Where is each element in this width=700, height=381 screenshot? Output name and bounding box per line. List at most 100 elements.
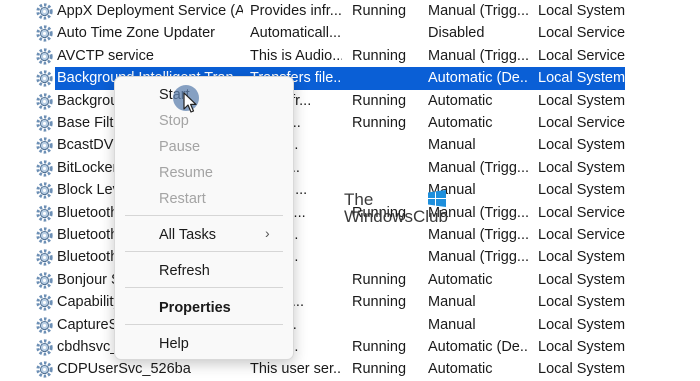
service-log-on-as: Local System xyxy=(538,137,626,154)
service-row-selected[interactable]: Background Intelligent Tran... Transfers… xyxy=(0,67,700,90)
service-description: Provides infr... xyxy=(250,3,342,19)
gear-icon xyxy=(36,137,53,155)
gear-icon xyxy=(36,361,53,379)
service-status: Running xyxy=(352,3,407,19)
service-row[interactable]: Bluetooth uetoo... Manual (Trigg... Loca… xyxy=(0,224,700,246)
service-startup-type: Manual (Trigg... xyxy=(428,47,528,64)
menu-item-all-tasks[interactable]: All Tasks xyxy=(159,226,216,244)
service-description: This user ser... xyxy=(250,361,342,378)
service-status xyxy=(352,224,422,246)
watermark-line2: WindowsClub xyxy=(344,207,448,226)
service-row[interactable]: BitLocker C hos... Manual (Trigg... Loca… xyxy=(0,157,700,179)
gear-icon xyxy=(36,3,53,20)
menu-item-pause: Pause xyxy=(159,139,201,155)
service-startup-type: Manual xyxy=(428,316,476,333)
service-log-on-as: Local System xyxy=(538,271,626,288)
service-status: Running xyxy=(352,92,407,109)
service-row[interactable]: CDPUserSvc_526ba This user ser... Runnin… xyxy=(0,358,700,380)
service-log-on-as: Local Service xyxy=(538,115,626,131)
service-startup-type: Manual xyxy=(428,137,476,154)
service-row[interactable]: Bonjour S s har... Running Automatic Loc… xyxy=(0,269,700,291)
service-row[interactable]: BcastDVR er ser... Manual Local System xyxy=(0,134,700,156)
service-status: Running xyxy=(352,47,407,64)
service-startup-type: Manual (Trigg... xyxy=(428,249,528,266)
service-status xyxy=(352,22,422,44)
gear-icon xyxy=(36,249,53,267)
service-row[interactable]: CaptureS s opti... Manual Local System xyxy=(0,314,700,336)
gear-icon xyxy=(36,227,53,244)
service-name: CDPUserSvc_526ba xyxy=(57,361,191,378)
gear-icon xyxy=(36,272,53,289)
service-log-on-as: Local System xyxy=(538,361,626,378)
service-startup-type: Manual (Trigg... xyxy=(428,227,528,243)
context-menu: Start Stop Pause Resume Restart All Task… xyxy=(114,76,294,360)
service-row[interactable]: cbdhsvc_ er ser... Running Automatic (De… xyxy=(0,336,700,358)
menu-separator xyxy=(125,324,283,325)
gear-icon xyxy=(36,92,53,110)
service-startup-type: Automatic xyxy=(428,361,493,378)
gear-icon xyxy=(36,160,53,177)
service-row[interactable]: Capability es faci... Running Manual Loc… xyxy=(0,291,700,313)
service-status xyxy=(352,67,422,89)
menu-item-refresh[interactable]: Refresh xyxy=(159,262,210,280)
service-row[interactable]: AVCTP service This is Audio... Running M… xyxy=(0,45,700,67)
service-log-on-as: Local Service xyxy=(538,47,626,64)
service-row[interactable]: Auto Time Zone Updater Automaticall... D… xyxy=(0,22,700,44)
service-row[interactable]: AppX Deployment Service (A... Provides i… xyxy=(0,0,700,22)
gear-icon xyxy=(36,182,53,199)
service-startup-type: Manual (Trigg... xyxy=(428,159,528,176)
service-log-on-as: Local System xyxy=(538,249,626,266)
service-name: AppX Deployment Service (A... xyxy=(57,3,243,19)
gear-icon xyxy=(36,204,53,222)
service-status xyxy=(352,134,422,156)
gear-icon xyxy=(36,316,53,334)
service-log-on-as: Local System xyxy=(538,159,626,176)
menu-item-resume: Resume xyxy=(159,165,213,181)
service-log-on-as: Local Service xyxy=(538,204,626,221)
chevron-right-icon: › xyxy=(265,225,270,241)
service-status: Running xyxy=(352,294,407,311)
service-row[interactable]: Background ows infr... Running Automatic… xyxy=(0,90,700,112)
service-log-on-as: Local System xyxy=(538,70,626,87)
service-log-on-as: Local System xyxy=(538,294,626,311)
service-startup-type: Automatic (De... xyxy=(428,339,528,355)
service-startup-type: Automatic xyxy=(428,115,493,131)
service-startup-type: Disabled xyxy=(428,25,485,42)
service-startup-type: Automatic xyxy=(428,271,493,288)
service-row[interactable]: Base Filter se Filt... Running Automatic… xyxy=(0,112,700,134)
gear-icon xyxy=(36,294,53,311)
service-name: AVCTP service xyxy=(57,47,154,64)
menu-separator xyxy=(125,251,283,252)
gear-icon xyxy=(36,339,53,356)
menu-item-properties[interactable]: Properties xyxy=(159,299,231,317)
gear-icon xyxy=(36,48,53,65)
service-log-on-as: Local System xyxy=(538,182,626,199)
service-status: Running xyxy=(352,271,407,288)
service-status: Running xyxy=(352,339,407,355)
service-startup-type: Manual (Trigg... xyxy=(428,3,528,19)
service-status xyxy=(352,314,422,336)
service-log-on-as: Local System xyxy=(538,316,626,333)
service-status xyxy=(352,246,422,268)
service-startup-type: Automatic xyxy=(428,92,493,109)
service-status: Running xyxy=(352,361,407,378)
service-log-on-as: Local Service xyxy=(538,227,626,243)
menu-item-help[interactable]: Help xyxy=(159,335,189,353)
gear-icon xyxy=(36,70,53,87)
service-startup-type: Automatic (De... xyxy=(428,70,528,87)
mouse-cursor-icon xyxy=(183,92,197,113)
service-status: Running xyxy=(352,115,407,131)
service-log-on-as: Local Service xyxy=(538,25,626,42)
windows-logo-icon xyxy=(428,190,446,207)
gear-icon xyxy=(36,25,53,43)
service-description: This is Audio... xyxy=(250,47,342,64)
gear-icon xyxy=(36,115,53,132)
service-row[interactable]: Bluetooth uetoo... Manual (Trigg... Loca… xyxy=(0,246,700,268)
menu-item-restart: Restart xyxy=(159,191,206,207)
service-name: Auto Time Zone Updater xyxy=(57,25,215,42)
service-description: Automaticall... xyxy=(250,25,342,42)
service-log-on-as: Local System xyxy=(538,92,626,109)
service-status xyxy=(352,157,422,179)
service-log-on-as: Local System xyxy=(538,3,626,19)
service-log-on-as: Local System xyxy=(538,339,626,355)
